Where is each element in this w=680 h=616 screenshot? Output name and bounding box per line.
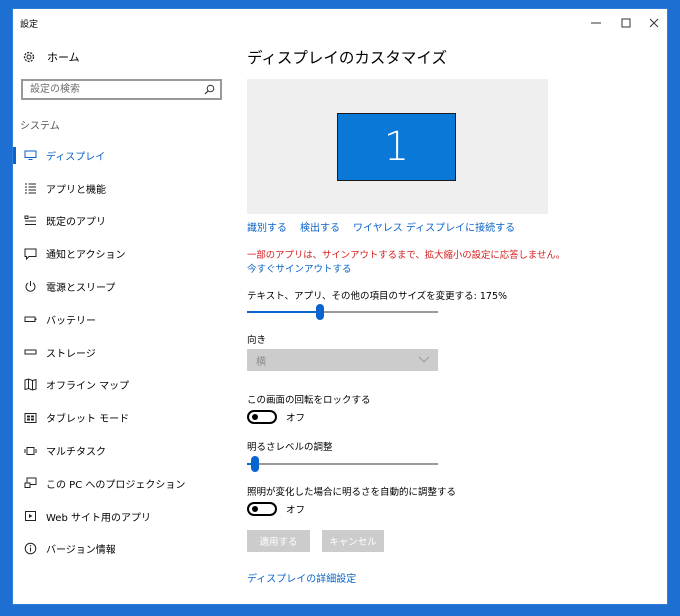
sidebar-item-label: バージョン情報 [46,545,116,557]
sidebar-item-label: タブレット モード [46,414,130,426]
info-icon [23,542,37,556]
sidebar-item-label: バッテリー [46,315,96,327]
brightness-slider[interactable] [247,456,438,472]
sidebar-item-multitasking[interactable]: マルチタスク [13,434,235,467]
sidebar-item-label: アプリと機能 [46,184,106,196]
map-icon [23,378,37,392]
rotation-lock-state: オフ [286,413,306,424]
auto-brightness-row: オフ [247,502,305,516]
settings-window: 設定 ホーム システム ディスプレイ [12,8,668,605]
search-input[interactable] [23,81,201,98]
notification-icon [23,247,37,261]
sidebar-item-projection[interactable]: この PC へのプロジェクション [13,467,235,500]
auto-brightness-state: オフ [286,505,306,516]
power-icon [23,280,37,294]
multitask-icon [23,444,37,458]
sidebar-item-web-apps[interactable]: Web サイト用のアプリ [13,500,235,533]
gear-icon [21,49,37,65]
sidebar-nav: ディスプレイ アプリと機能 既定のアプリ 通知とアクション 電源とスリープ バッ… [13,139,235,565]
brightness-label: 明るさレベルの調整 [247,442,333,453]
monitor-1-tile[interactable]: 1 [337,113,456,181]
signout-now-link[interactable]: 今すぐサインアウトする [247,261,352,275]
orientation-select: 横 [247,349,438,371]
scaling-warning: 一部のアプリは、サインアウトするまで、拡大縮小の設定に応答しません。 [247,250,566,261]
sidebar-item-battery[interactable]: バッテリー [13,303,235,336]
sidebar-item-label: 既定のアプリ [46,217,106,229]
sidebar-item-label: オフライン マップ [46,381,130,393]
auto-brightness-toggle[interactable] [247,502,277,516]
sidebar-item-display[interactable]: ディスプレイ [13,139,235,172]
sidebar-item-label: 通知とアクション [46,250,126,262]
window-title: 設定 [20,20,39,30]
monitor-icon [23,148,37,162]
projection-icon [23,476,37,490]
sidebar-item-tablet-mode[interactable]: タブレット モード [13,401,235,434]
brightness-slider-thumb[interactable] [251,456,259,472]
search-box[interactable] [21,79,222,100]
storage-icon [23,345,37,359]
display-links: 識別する 検出する ワイヤレス ディスプレイに接続する [247,219,528,234]
web-apps-icon [23,509,37,523]
rotation-lock-label: この画面の回転をロックする [247,395,371,406]
section-label-system: システム [20,121,60,132]
sidebar-item-notifications[interactable]: 通知とアクション [13,237,235,270]
apply-button[interactable]: 適用する [247,530,310,552]
list-icon [23,181,37,195]
scale-label: テキスト、アプリ、その他の項目のサイズを変更する: 175% [247,291,508,302]
scale-slider-fill [247,311,316,313]
sidebar-item-offline-maps[interactable]: オフライン マップ [13,369,235,402]
sidebar-item-power-sleep[interactable]: 電源とスリープ [13,270,235,303]
page-title: ディスプレイのカスタマイズ [247,49,447,67]
brightness-slider-track [259,463,438,465]
orientation-value: 横 [256,356,266,368]
rotation-lock-toggle[interactable] [247,410,277,424]
sidebar-item-about[interactable]: バージョン情報 [13,533,235,566]
battery-icon [23,312,37,326]
home-label: ホーム [47,51,80,64]
display-preview: 1 [247,79,548,214]
sidebar-item-label: 電源とスリープ [46,283,116,295]
tablet-icon [23,411,37,425]
rotation-lock-row: オフ [247,410,305,424]
scale-slider-track [324,311,438,313]
scale-slider-thumb[interactable] [316,304,324,320]
search-icon[interactable] [201,82,217,98]
orientation-label: 向き [247,335,267,346]
sidebar-item-label: ディスプレイ [46,151,106,163]
wireless-display-link[interactable]: ワイヤレス ディスプレイに接続する [353,219,515,234]
identify-link[interactable]: 識別する [247,219,287,234]
auto-brightness-label: 照明が変化した場合に明るさを自動的に調整する [247,487,457,498]
scale-slider[interactable] [247,304,438,320]
sidebar-item-label: ストレージ [46,348,96,360]
sidebar-item-label: この PC へのプロジェクション [46,479,186,491]
main-content: ディスプレイのカスタマイズ 1 識別する 検出する ワイヤレス ディスプレイに接… [247,9,657,604]
home-link[interactable]: ホーム [21,47,80,67]
detect-link[interactable]: 検出する [300,219,340,234]
sidebar-item-default-apps[interactable]: 既定のアプリ [13,205,235,238]
chevron-down-icon [418,356,430,363]
sidebar-item-label: Web サイト用のアプリ [46,512,151,524]
cancel-button[interactable]: キャンセル [322,530,384,552]
sidebar-item-storage[interactable]: ストレージ [13,336,235,369]
sidebar-item-label: マルチタスク [46,447,106,459]
monitor-number: 1 [383,124,410,170]
default-apps-icon [23,214,37,228]
sidebar-item-apps-features[interactable]: アプリと機能 [13,172,235,205]
advanced-display-settings-link[interactable]: ディスプレイの詳細設定 [247,570,356,585]
